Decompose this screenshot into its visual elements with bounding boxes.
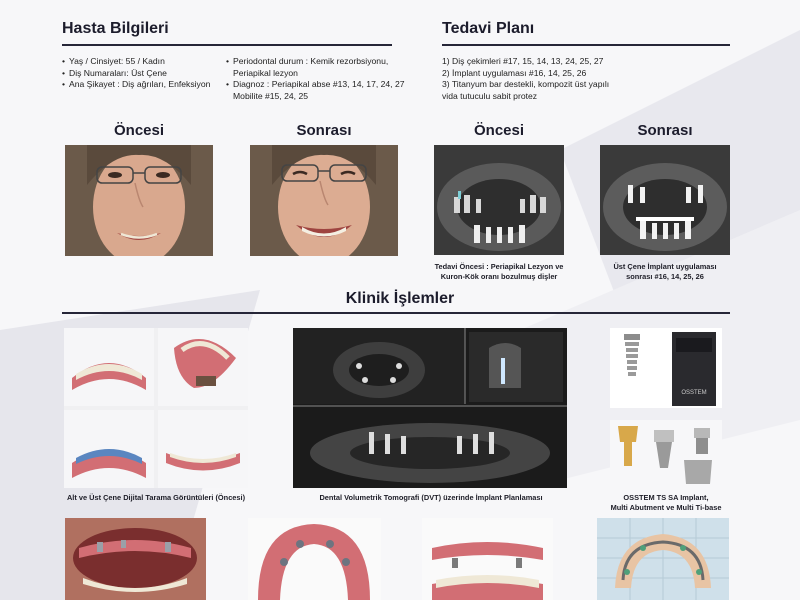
diagnosis: Diagnoz : Periapikal abse #13, 14, 17, 2… [226,79,416,91]
face-before-title: Öncesi [113,122,165,139]
plan-step-1: 1) Diş çekimleri #17, 15, 14, 13, 24, 25… [442,56,604,66]
xray-before-caption-line1: Tedavi Öncesi : Periapikal Lezyon ve [434,262,564,271]
face-after-title: Sonrası [296,122,352,139]
dvt-caption: Dental Volumetrik Tomografi (DVT) üzerin… [319,493,543,502]
periodontal-status-cont: Periapikal lezyon [233,67,298,78]
model-arch-photo [248,518,381,600]
face-after-photo [250,145,398,256]
abutment-image [610,420,722,490]
patient-info-title: Hasta Bilgileri [62,20,169,37]
face-before-photo [65,145,213,256]
clinical-title: Klinik İşlemler [345,290,455,307]
xray-before-caption-line2: Kuron-Kök oranı bozulmuş dişler [440,272,558,281]
patient-info-rule [62,44,392,46]
plan-step-2: 2) İmplant uygulaması #16, 14, 25, 26 [442,67,587,78]
plan-step-3-cont: vida tutuculu sabit protez [442,90,538,101]
treatment-plan-list: 1) Diş çekimleri #17, 15, 14, 13, 24, 25… [442,56,692,102]
implant-caption-line1: OSSTEM TS SA Implant, [623,493,709,502]
dvt-planning-image [293,328,567,488]
xray-after-image [600,145,730,255]
treatment-plan-rule [442,44,730,46]
patient-age-sex: Yaş / Cinsiyet: 55 / Kadın [62,56,227,68]
model-lateral-photo [422,518,553,600]
treatment-plan-title: Tedavi Planı [442,20,535,37]
digital-scan-images [64,328,248,488]
scan-caption: Alt ve Üst Çene Dijital Tarama Görüntüle… [66,493,246,502]
xray-after-title: Sonrası [637,122,693,139]
xray-after-caption-line1: Üst Çene İmplant uygulaması [613,262,717,271]
plan-step-3: 3) Titanyum bar destekli, kompozit üst y… [442,79,610,89]
implant-product-image: OSSTEM [610,328,722,408]
implant-caption-line2: Multi Abutment ve Multi Ti-base [610,503,722,512]
xray-after-caption-line2: sonrası #16, 14, 25, 26 [626,272,704,281]
osstem-box-label: OSSTEM [681,390,706,396]
intraoral-photo [65,518,206,600]
patient-teeth: Diş Numaraları: Üst Çene [62,68,227,80]
patient-complaint: Ana Şikayet : Diş ağrıları, Enfeksiyon [62,79,227,91]
implant-caption: OSSTEM TS SA Implant, Multi Abutment ve … [590,493,742,513]
xray-after-caption: Üst Çene İmplant uygulaması sonrası #16,… [596,262,734,282]
clinical-rule [62,312,730,314]
mobility: Mobilite #15, 24, 25 [233,90,309,101]
bar-design-image [597,518,729,600]
xray-before-image [434,145,564,255]
patient-info-list-1: Yaş / Cinsiyet: 55 / Kadın Diş Numaralar… [62,56,227,91]
xray-before-title: Öncesi [473,122,525,139]
periodontal-status: Periodontal durum : Kemik rezorbsiyonu, [226,56,416,68]
xray-before-caption: Tedavi Öncesi : Periapikal Lezyon ve Kur… [426,262,572,282]
patient-info-list-2: Periodontal durum : Kemik rezorbsiyonu, … [226,56,416,102]
